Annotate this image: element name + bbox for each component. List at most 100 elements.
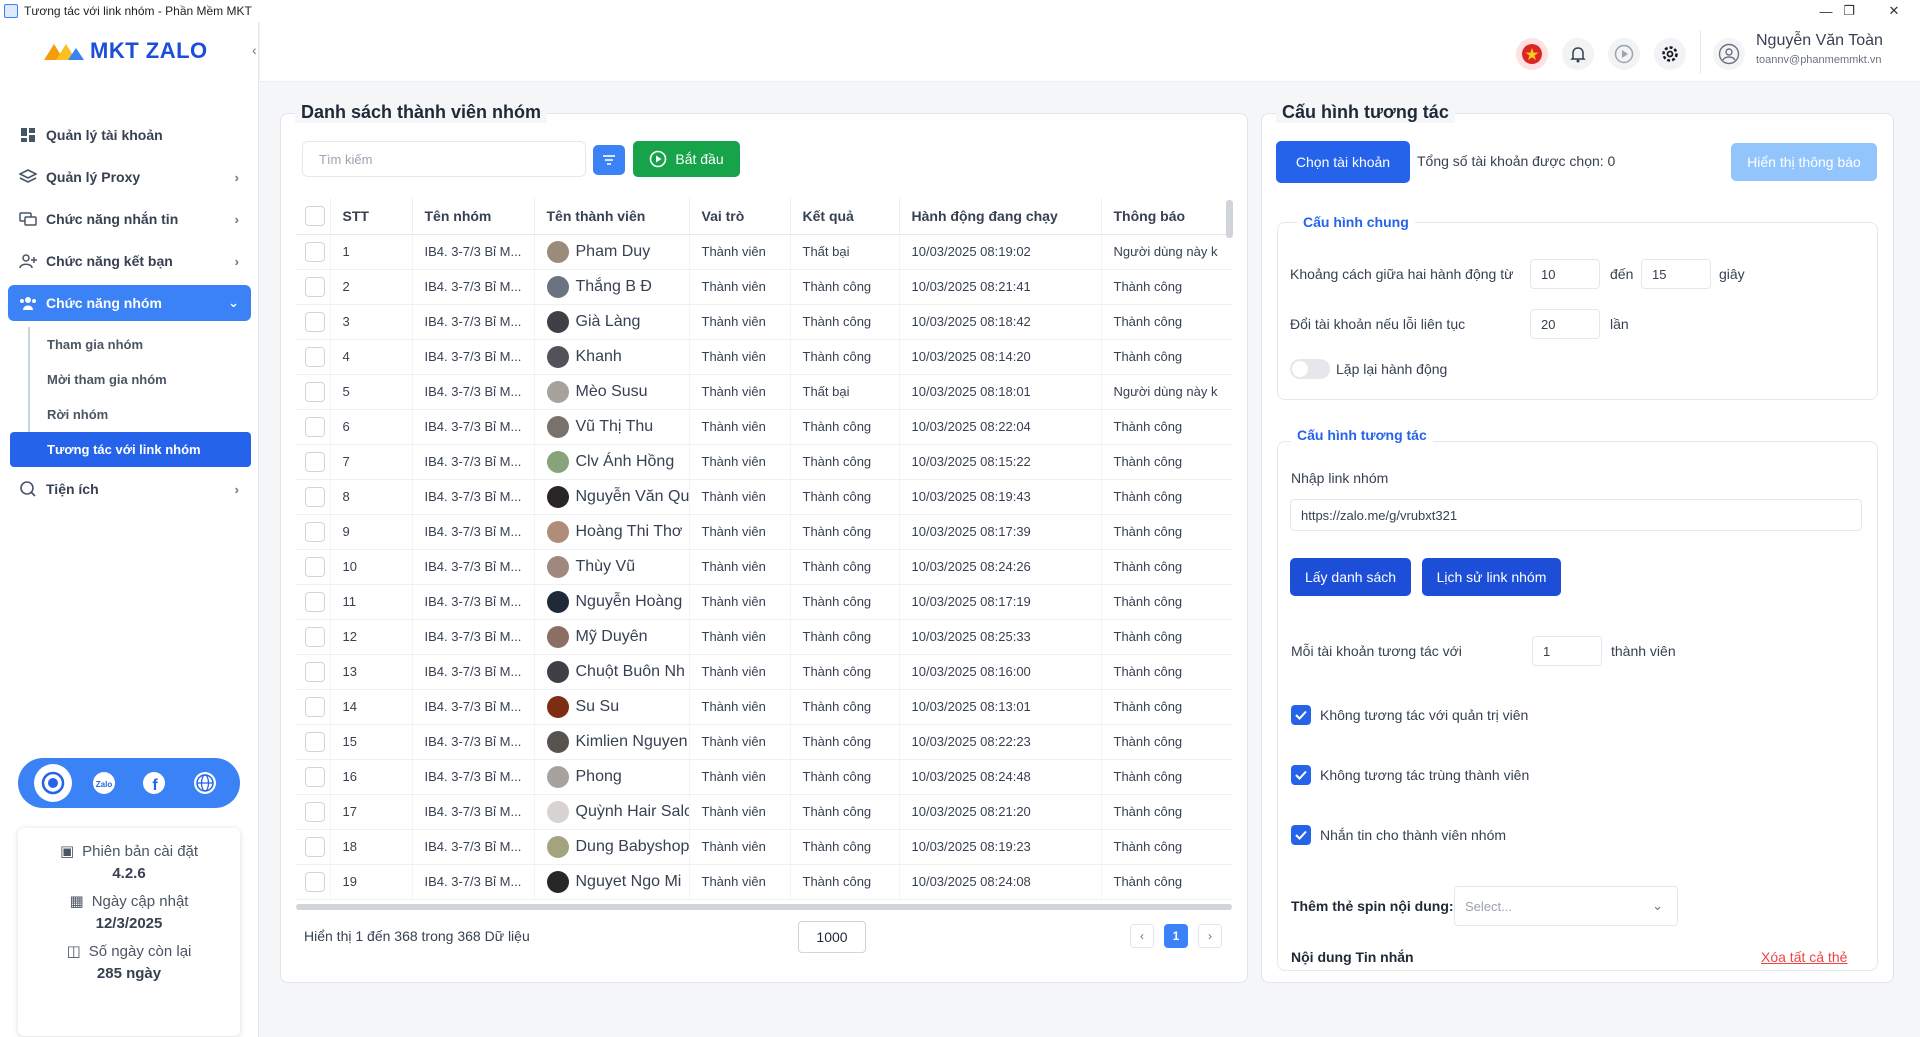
zalo-icon[interactable]: Zalo [85, 764, 123, 802]
sidebar-item-accounts[interactable]: Quản lý tài khoản [8, 117, 251, 153]
horizontal-scrollbar[interactable] [296, 904, 1232, 910]
filter-button[interactable] [593, 145, 625, 175]
link-history-button[interactable]: Lịch sử link nhóm [1422, 558, 1561, 596]
table-row[interactable]: 19 IB4. 3-7/3 Bỉ M... Nguyet Ngo Mi Thành v… [296, 864, 1232, 900]
sidebar-item-friends[interactable]: Chức năng kết bạn › [8, 243, 251, 279]
message-members-checkbox[interactable] [1291, 825, 1311, 845]
table-row[interactable]: 15 IB4. 3-7/3 Bỉ M... Kimlien Nguyen Thành … [296, 724, 1232, 760]
row-checkbox[interactable] [305, 346, 325, 367]
row-checkbox[interactable] [305, 871, 325, 892]
stt-cell: 3 [330, 304, 413, 340]
collapse-sidebar-icon[interactable]: ‹ [252, 42, 257, 58]
member-avatar [546, 555, 569, 578]
table-row[interactable]: 3 IB4. 3-7/3 Bỉ M... Già Làng Thành viên Thà… [296, 304, 1232, 340]
result-cell: Thành công [790, 794, 900, 830]
table-row[interactable]: 7 IB4. 3-7/3 Bỉ M... Clv Ánh Hồng Thành viê… [296, 444, 1232, 480]
row-checkbox[interactable] [305, 591, 325, 612]
vietnam-flag-icon[interactable] [1516, 38, 1548, 70]
column-header[interactable]: Vai trò [689, 198, 791, 235]
table-row[interactable]: 8 IB4. 3-7/3 Bỉ M... Nguyễn Văn Qu Thành vi… [296, 479, 1232, 515]
interval-from-input[interactable]: 10 [1530, 259, 1600, 289]
table-row[interactable]: 1 IB4. 3-7/3 Bỉ M... Pham Duy Thành viên Thấ… [296, 234, 1232, 270]
repeat-toggle[interactable] [1290, 359, 1330, 379]
table-row[interactable]: 9 IB4. 3-7/3 Bỉ M... Hoàng Thi Thơ Thành vi… [296, 514, 1232, 550]
settings-gear-icon[interactable] [1654, 38, 1686, 70]
table-row[interactable]: 17 IB4. 3-7/3 Bỉ M... Quỳnh Hair Salc Thành… [296, 794, 1232, 830]
column-header[interactable]: Tên nhóm [412, 198, 535, 235]
table-row[interactable]: 16 IB4. 3-7/3 Bỉ M... Phong Thành viên Thành… [296, 759, 1232, 795]
next-page-button[interactable]: › [1198, 924, 1222, 948]
row-checkbox[interactable] [305, 381, 325, 402]
maximize-button[interactable]: ❐ [1826, 0, 1872, 22]
sidebar-item-utilities[interactable]: Tiện ích › [8, 471, 251, 507]
globe-icon[interactable] [186, 764, 224, 802]
column-header[interactable]: Kết quả [790, 198, 900, 235]
table-row[interactable]: 14 IB4. 3-7/3 Bỉ M... Su Su Thành viên Thành… [296, 689, 1232, 725]
row-checkbox[interactable] [305, 766, 325, 787]
subnav-leave-group[interactable]: Rời nhóm [30, 397, 251, 432]
table-row[interactable]: 5 IB4. 3-7/3 Bỉ M... Mèo Susu Thành viên Thấ… [296, 374, 1232, 410]
column-header[interactable]: Tên thành viên [534, 198, 690, 235]
row-checkbox[interactable] [305, 416, 325, 437]
close-button[interactable]: ✕ [1871, 0, 1917, 22]
row-select-cell [296, 549, 331, 585]
column-header[interactable]: STT [330, 198, 413, 235]
table-row[interactable]: 4 IB4. 3-7/3 Bỉ M... Khanh Thành viên Thành … [296, 339, 1232, 375]
play-icon[interactable] [1608, 38, 1640, 70]
per-account-input[interactable]: 1 [1532, 636, 1602, 666]
table-row[interactable]: 6 IB4. 3-7/3 Bỉ M... Vũ Thị Thu Thành viên T… [296, 409, 1232, 445]
facebook-icon[interactable]: f [135, 764, 173, 802]
support-icon[interactable] [34, 764, 73, 802]
row-checkbox[interactable] [305, 311, 325, 332]
sidebar-item-messaging[interactable]: Chức năng nhắn tin › [8, 201, 251, 237]
sidebar-item-groups[interactable]: Chức năng nhóm ⌄ [8, 285, 251, 321]
get-list-button[interactable]: Lấy danh sách [1290, 558, 1411, 596]
vertical-scrollbar[interactable] [1226, 200, 1233, 238]
search-input[interactable]: Tìm kiếm [302, 141, 586, 177]
spin-select[interactable]: Select... ⌄ [1454, 886, 1678, 926]
stt-cell: 12 [330, 619, 413, 655]
row-checkbox[interactable] [305, 486, 325, 507]
row-checkbox[interactable] [305, 521, 325, 542]
row-checkbox[interactable] [305, 661, 325, 682]
show-notice-button[interactable]: Hiển thị thông báo [1731, 143, 1877, 181]
choose-account-button[interactable]: Chọn tài khoản [1276, 141, 1410, 183]
clear-tags-link[interactable]: Xóa tất cả thẻ [1761, 949, 1847, 965]
row-checkbox[interactable] [305, 241, 325, 262]
table-row[interactable]: 11 IB4. 3-7/3 Bỉ M... Nguyễn Hoàng Thành vi… [296, 584, 1232, 620]
avatar[interactable] [1713, 38, 1745, 70]
no-duplicate-checkbox[interactable] [1291, 765, 1311, 785]
subnav-invite-group[interactable]: Mời tham gia nhóm [30, 362, 251, 397]
column-header[interactable]: Thông báo [1101, 198, 1232, 235]
row-checkbox[interactable] [305, 451, 325, 472]
row-checkbox[interactable] [305, 556, 325, 577]
group-link-input[interactable]: https://zalo.me/g/vrubxt321 [1290, 499, 1862, 531]
table-row[interactable]: 12 IB4. 3-7/3 Bỉ M... Mỹ Duyên Thành viên Th… [296, 619, 1232, 655]
prev-page-button[interactable]: ‹ [1130, 924, 1154, 948]
user-info[interactable]: Nguyễn Văn Toàn toannv@phanmemmkt.vn [1756, 32, 1916, 66]
column-header[interactable]: Hành động đang chạy [899, 198, 1102, 235]
page-button[interactable]: 1 [1164, 924, 1188, 948]
table-row[interactable]: 18 IB4. 3-7/3 Bỉ M... Dung Babyshop Thành v… [296, 829, 1232, 865]
bell-icon[interactable] [1562, 38, 1594, 70]
row-checkbox[interactable] [305, 696, 325, 717]
chevron-down-icon: ⌄ [228, 295, 239, 310]
row-checkbox[interactable] [305, 836, 325, 857]
page-size-select[interactable]: 1000 [798, 921, 866, 953]
table-row[interactable]: 2 IB4. 3-7/3 Bỉ M... Thắng B Đ Thành viên Th… [296, 269, 1232, 305]
table-row[interactable]: 13 IB4. 3-7/3 Bỉ M... Chuột Buôn Nh Thành v… [296, 654, 1232, 690]
row-checkbox[interactable] [305, 801, 325, 822]
row-checkbox[interactable] [305, 276, 325, 297]
table-row[interactable]: 10 IB4. 3-7/3 Bỉ M... Thùy Vũ Thành viên Thà… [296, 549, 1232, 585]
subnav-join-group[interactable]: Tham gia nhóm [30, 327, 251, 362]
select-all-checkbox[interactable] [305, 205, 325, 226]
row-checkbox[interactable] [305, 731, 325, 752]
no-admin-checkbox[interactable] [1291, 705, 1311, 725]
switch-account-input[interactable]: 20 [1530, 309, 1600, 339]
row-checkbox[interactable] [305, 626, 325, 647]
start-button[interactable]: Bắt đầu [633, 141, 740, 177]
subnav-interact-link[interactable]: Tương tác với link nhóm [10, 432, 251, 467]
interval-to-input[interactable]: 15 [1641, 259, 1711, 289]
result-cell: Thành công [790, 759, 900, 795]
sidebar-item-proxy[interactable]: Quản lý Proxy › [8, 159, 251, 195]
